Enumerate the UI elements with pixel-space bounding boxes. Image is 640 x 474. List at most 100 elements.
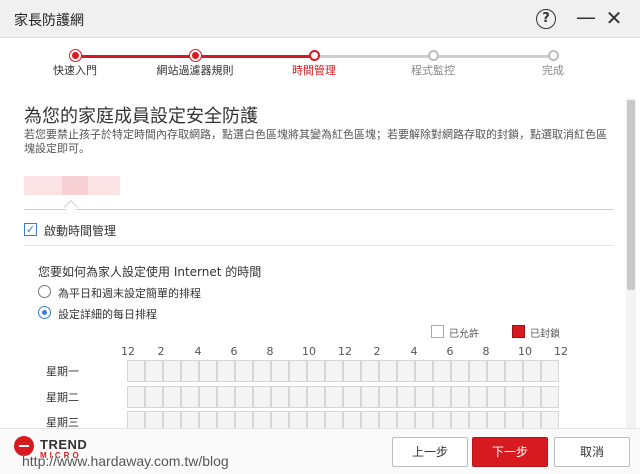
schedule-slot[interactable] bbox=[199, 411, 217, 428]
schedule-slot[interactable] bbox=[253, 386, 271, 408]
close-icon[interactable]: ✕ bbox=[603, 8, 625, 30]
schedule-slot[interactable] bbox=[487, 360, 505, 382]
schedule-slot[interactable] bbox=[235, 386, 253, 408]
schedule-slot[interactable] bbox=[235, 411, 253, 428]
schedule-slot[interactable] bbox=[541, 360, 559, 382]
schedule-slot[interactable] bbox=[145, 360, 163, 382]
hour-tick: 4 bbox=[410, 345, 418, 358]
previous-button[interactable]: 上一步 bbox=[392, 437, 468, 467]
family-member-selected[interactable] bbox=[62, 176, 88, 195]
schedule-slot[interactable] bbox=[127, 386, 145, 408]
schedule-slot[interactable] bbox=[523, 411, 541, 428]
schedule-slot[interactable] bbox=[505, 411, 523, 428]
schedule-slot[interactable] bbox=[469, 386, 487, 408]
cancel-button[interactable]: 取消 bbox=[554, 437, 630, 467]
schedule-slot[interactable] bbox=[235, 360, 253, 382]
schedule-slot[interactable] bbox=[199, 360, 217, 382]
step-dot-2 bbox=[190, 50, 201, 61]
schedule-slot[interactable] bbox=[271, 360, 289, 382]
schedule-slot[interactable] bbox=[433, 411, 451, 428]
schedule-slot[interactable] bbox=[163, 411, 181, 428]
schedule-slot[interactable] bbox=[379, 411, 397, 428]
schedule-slot[interactable] bbox=[217, 360, 235, 382]
schedule-slot[interactable] bbox=[217, 411, 235, 428]
schedule-slot[interactable] bbox=[433, 360, 451, 382]
schedule-slot[interactable] bbox=[307, 360, 325, 382]
schedule-slot[interactable] bbox=[289, 411, 307, 428]
hour-tick: 8 bbox=[266, 345, 274, 358]
schedule-slot[interactable] bbox=[487, 386, 505, 408]
schedule-slot[interactable] bbox=[325, 411, 343, 428]
schedule-slot[interactable] bbox=[289, 386, 307, 408]
schedule-slot[interactable] bbox=[145, 386, 163, 408]
schedule-slot[interactable] bbox=[217, 386, 235, 408]
schedule-slot[interactable] bbox=[451, 360, 469, 382]
schedule-row-monday[interactable] bbox=[127, 360, 559, 382]
schedule-slot[interactable] bbox=[397, 386, 415, 408]
schedule-slot[interactable] bbox=[469, 411, 487, 428]
schedule-slot[interactable] bbox=[343, 360, 361, 382]
schedule-slot[interactable] bbox=[523, 360, 541, 382]
schedule-slot[interactable] bbox=[343, 411, 361, 428]
hour-tick: 2 bbox=[157, 345, 165, 358]
schedule-slot[interactable] bbox=[415, 386, 433, 408]
schedule-row-wednesday[interactable] bbox=[127, 411, 559, 428]
family-member-selector[interactable] bbox=[24, 176, 120, 195]
radio-simple-schedule[interactable] bbox=[38, 285, 51, 298]
scrollbar-thumb[interactable] bbox=[627, 100, 635, 290]
schedule-slot[interactable] bbox=[379, 360, 397, 382]
help-icon[interactable]: ? bbox=[536, 9, 556, 29]
schedule-slot[interactable] bbox=[253, 411, 271, 428]
schedule-slot[interactable] bbox=[469, 360, 487, 382]
schedule-slot[interactable] bbox=[541, 386, 559, 408]
schedule-slot[interactable] bbox=[397, 360, 415, 382]
title-bar: 家長防護網 ? — ✕ bbox=[0, 0, 640, 38]
schedule-slot[interactable] bbox=[379, 386, 397, 408]
schedule-slot[interactable] bbox=[361, 360, 379, 382]
minimize-icon[interactable]: — bbox=[575, 7, 597, 30]
schedule-slot[interactable] bbox=[199, 386, 217, 408]
schedule-slot[interactable] bbox=[541, 411, 559, 428]
schedule-slot[interactable] bbox=[145, 411, 163, 428]
schedule-slot[interactable] bbox=[271, 386, 289, 408]
schedule-slot[interactable] bbox=[343, 386, 361, 408]
schedule-slot[interactable] bbox=[397, 411, 415, 428]
schedule-slot[interactable] bbox=[253, 360, 271, 382]
schedule-slot[interactable] bbox=[289, 360, 307, 382]
schedule-slot[interactable] bbox=[415, 411, 433, 428]
selector-notch bbox=[63, 199, 79, 215]
schedule-slot[interactable] bbox=[271, 411, 289, 428]
schedule-slot[interactable] bbox=[451, 411, 469, 428]
hour-tick: 12 bbox=[554, 345, 568, 358]
hour-tick: 10 bbox=[518, 345, 532, 358]
schedule-slot[interactable] bbox=[307, 411, 325, 428]
hour-tick: 2 bbox=[373, 345, 381, 358]
section-divider bbox=[24, 209, 614, 210]
schedule-slot[interactable] bbox=[163, 360, 181, 382]
schedule-slot[interactable] bbox=[325, 386, 343, 408]
schedule-slot[interactable] bbox=[181, 360, 199, 382]
schedule-slot[interactable] bbox=[163, 386, 181, 408]
schedule-slot[interactable] bbox=[523, 386, 541, 408]
schedule-slot[interactable] bbox=[433, 386, 451, 408]
schedule-slot[interactable] bbox=[307, 386, 325, 408]
schedule-slot[interactable] bbox=[487, 411, 505, 428]
schedule-slot[interactable] bbox=[181, 411, 199, 428]
schedule-slot[interactable] bbox=[325, 360, 343, 382]
schedule-slot[interactable] bbox=[127, 360, 145, 382]
schedule-row-tuesday[interactable] bbox=[127, 386, 559, 408]
hour-tick: 12 bbox=[121, 345, 135, 358]
hour-tick: 6 bbox=[446, 345, 454, 358]
schedule-slot[interactable] bbox=[415, 360, 433, 382]
schedule-slot[interactable] bbox=[451, 386, 469, 408]
schedule-slot[interactable] bbox=[505, 386, 523, 408]
schedule-slot[interactable] bbox=[127, 411, 145, 428]
schedule-slot[interactable] bbox=[361, 411, 379, 428]
allowed-legend-label: 已允許 bbox=[449, 329, 479, 340]
schedule-slot[interactable] bbox=[361, 386, 379, 408]
next-button[interactable]: 下一步 bbox=[472, 437, 548, 467]
schedule-slot[interactable] bbox=[505, 360, 523, 382]
schedule-slot[interactable] bbox=[181, 386, 199, 408]
enable-time-management-checkbox[interactable]: ✓ bbox=[24, 223, 37, 236]
radio-detailed-schedule[interactable] bbox=[38, 306, 51, 319]
